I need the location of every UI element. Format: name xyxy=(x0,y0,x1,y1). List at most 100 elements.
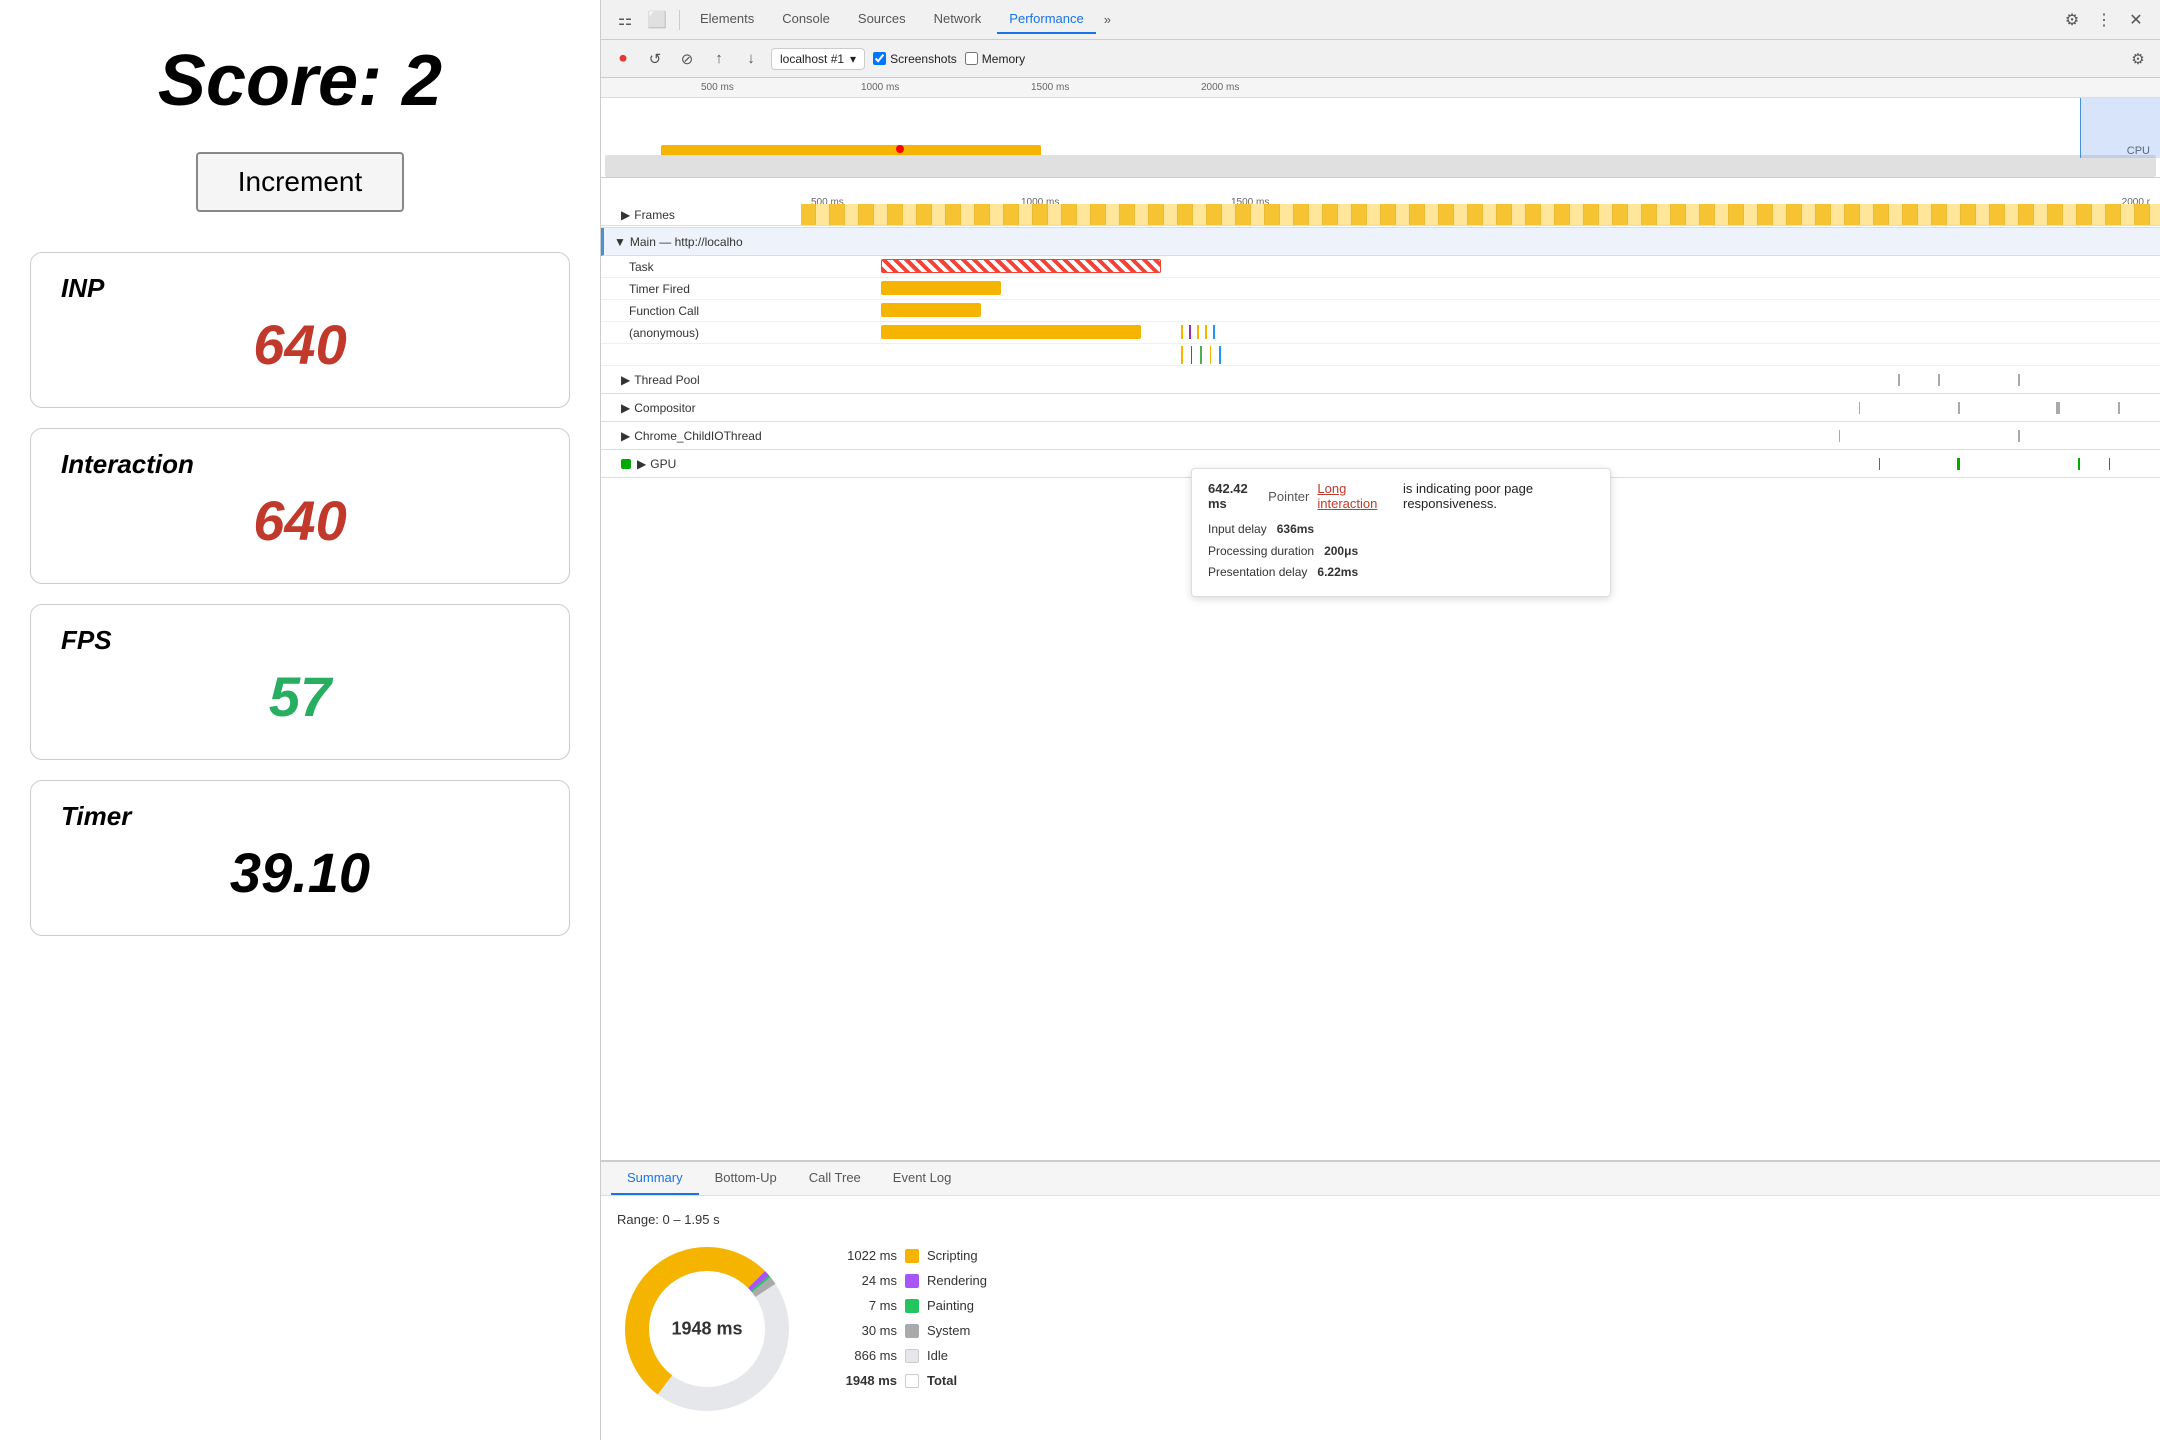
url-dropdown-icon: ▾ xyxy=(850,52,856,66)
tab-event-log[interactable]: Event Log xyxy=(877,1162,968,1195)
tab-call-tree[interactable]: Call Tree xyxy=(793,1162,877,1195)
tab-console[interactable]: Console xyxy=(770,5,842,34)
timer-card: Timer 39.10 xyxy=(30,780,570,936)
increment-button[interactable]: Increment xyxy=(196,152,405,212)
timer-fired-content xyxy=(801,278,2160,299)
memory-label: Memory xyxy=(982,52,1025,66)
frames-content xyxy=(801,204,2160,225)
scripting-time: 1022 ms xyxy=(827,1248,897,1263)
bottom-panel: Summary Bottom-Up Call Tree Event Log Ra… xyxy=(601,1160,2160,1440)
tab-bottom-up[interactable]: Bottom-Up xyxy=(699,1162,793,1195)
tab-sources[interactable]: Sources xyxy=(846,5,918,34)
settings2-icon[interactable]: ⚙ xyxy=(2126,47,2150,71)
fps-value: 57 xyxy=(61,664,539,729)
anonymous-bar xyxy=(881,325,1141,339)
task-bar xyxy=(881,259,1161,273)
more-tabs-icon[interactable]: » xyxy=(1100,12,1115,27)
chrome-child-expand-icon[interactable]: ▶ xyxy=(621,429,630,443)
tracks-container[interactable]: ▼ Main — http://localho Task Timer Fired xyxy=(601,228,2160,1160)
ctick4 xyxy=(1210,346,1211,364)
tp-tick2 xyxy=(1938,374,1940,386)
memory-checkbox[interactable] xyxy=(965,52,978,65)
task-content xyxy=(801,256,2160,277)
red-dot xyxy=(896,145,904,153)
tick1 xyxy=(1181,325,1183,339)
blue-selection-overlay xyxy=(2080,98,2160,158)
tick-marks xyxy=(1181,325,2160,339)
tooltip-header: 642.42 ms Pointer Long interaction is in… xyxy=(1208,481,1594,511)
tick-1500: 1500 ms xyxy=(1031,82,1069,93)
score-title: Score: 2 xyxy=(158,40,442,122)
settings-icon[interactable]: ⚙ xyxy=(2058,6,2086,34)
frames-text: Frames xyxy=(634,208,675,222)
input-delay-label: Input delay xyxy=(1208,522,1267,536)
reload-icon[interactable]: ↺ xyxy=(643,47,667,71)
screenshots-checkbox[interactable] xyxy=(873,52,886,65)
tp-tick3 xyxy=(2018,374,2020,386)
tick-2000: 2000 ms xyxy=(1201,82,1239,93)
devtools-toggle-icon[interactable]: ⚏ xyxy=(611,6,639,34)
rendering-name: Rendering xyxy=(927,1273,987,1288)
screenshot-strip xyxy=(601,155,2160,177)
screenshots-checkbox-label[interactable]: Screenshots xyxy=(873,52,957,66)
compositor-expand-icon[interactable]: ▶ xyxy=(621,401,630,415)
timer-fired-row: Timer Fired xyxy=(601,278,2160,300)
tab-performance[interactable]: Performance xyxy=(997,5,1095,34)
legend-rendering: 24 ms Rendering xyxy=(827,1273,987,1288)
tick5 xyxy=(1213,325,1215,339)
cc-tick xyxy=(1839,430,1840,442)
tick-500: 500 ms xyxy=(701,82,734,93)
comp-tick4 xyxy=(2118,402,2120,414)
more-options-icon[interactable]: ⋮ xyxy=(2090,6,2118,34)
chrome-child-label: ▶ Chrome_ChildIOThread xyxy=(601,429,801,443)
upload-icon[interactable]: ↑ xyxy=(707,47,731,71)
tab-summary[interactable]: Summary xyxy=(611,1162,699,1195)
function-call-content xyxy=(801,300,2160,321)
memory-checkbox-label[interactable]: Memory xyxy=(965,52,1025,66)
timeline-overview[interactable]: 500 ms 1000 ms 1500 ms 2000 ms CPU NET xyxy=(601,78,2160,178)
idle-time: 866 ms xyxy=(827,1348,897,1363)
tooltip-input-delay: Input delay 636ms xyxy=(1208,519,1594,541)
devtools-dock-icon[interactable]: ⬜ xyxy=(643,6,671,34)
presentation-label: Presentation delay xyxy=(1208,565,1307,579)
tab-network[interactable]: Network xyxy=(922,5,994,34)
toolbar-row: ⏺ ↺ ⊘ ↑ ↓ localhost #1 ▾ Screenshots Mem… xyxy=(601,40,2160,78)
left-panel: Score: 2 Increment INP 640 Interaction 6… xyxy=(0,0,600,1440)
colored-ticks xyxy=(1181,346,2160,364)
ctick2 xyxy=(1191,346,1192,364)
anonymous-text: (anonymous) xyxy=(629,326,699,340)
function-call-bar xyxy=(881,303,981,317)
tick3 xyxy=(1197,325,1199,339)
extra-content-1 xyxy=(801,344,2160,365)
thread-pool-label: ▶ Thread Pool xyxy=(601,373,801,387)
comp-tick3 xyxy=(2056,402,2060,414)
comp-tick2 xyxy=(1958,402,1960,414)
gpu-tick4 xyxy=(2109,458,2110,470)
clear-icon[interactable]: ⊘ xyxy=(675,47,699,71)
timer-fired-bar xyxy=(881,281,1001,295)
tick2 xyxy=(1189,325,1191,339)
legend-idle: 866 ms Idle xyxy=(827,1348,987,1363)
devtools-header: ⚏ ⬜ Elements Console Sources Network Per… xyxy=(601,0,2160,40)
processing-value: 200μs xyxy=(1324,544,1358,558)
thread-pool-expand-icon[interactable]: ▶ xyxy=(621,373,630,387)
compositor-row: ▶ Compositor xyxy=(601,394,2160,422)
close-icon[interactable]: ✕ xyxy=(2122,6,2150,34)
painting-time: 7 ms xyxy=(827,1298,897,1313)
tooltip-event: Pointer xyxy=(1268,489,1309,504)
function-call-row: Function Call xyxy=(601,300,2160,322)
main-expand-icon[interactable]: ▼ xyxy=(614,235,626,249)
gpu-text: GPU xyxy=(650,457,676,471)
gpu-expand-icon[interactable]: ▶ xyxy=(637,457,646,471)
scripting-swatch xyxy=(905,1249,919,1263)
frames-expand-icon[interactable]: ▶ xyxy=(621,208,630,222)
url-selector[interactable]: localhost #1 ▾ xyxy=(771,48,865,70)
fps-label: FPS xyxy=(61,625,539,656)
summary-content: Range: 0 – 1.95 s 1948 ms xyxy=(601,1196,2160,1440)
tab-elements[interactable]: Elements xyxy=(688,5,766,34)
download-icon[interactable]: ↓ xyxy=(739,47,763,71)
total-swatch xyxy=(905,1374,919,1388)
compositor-content xyxy=(801,394,2160,421)
timer-fired-text: Timer Fired xyxy=(629,282,690,296)
record-icon[interactable]: ⏺ xyxy=(611,47,635,71)
